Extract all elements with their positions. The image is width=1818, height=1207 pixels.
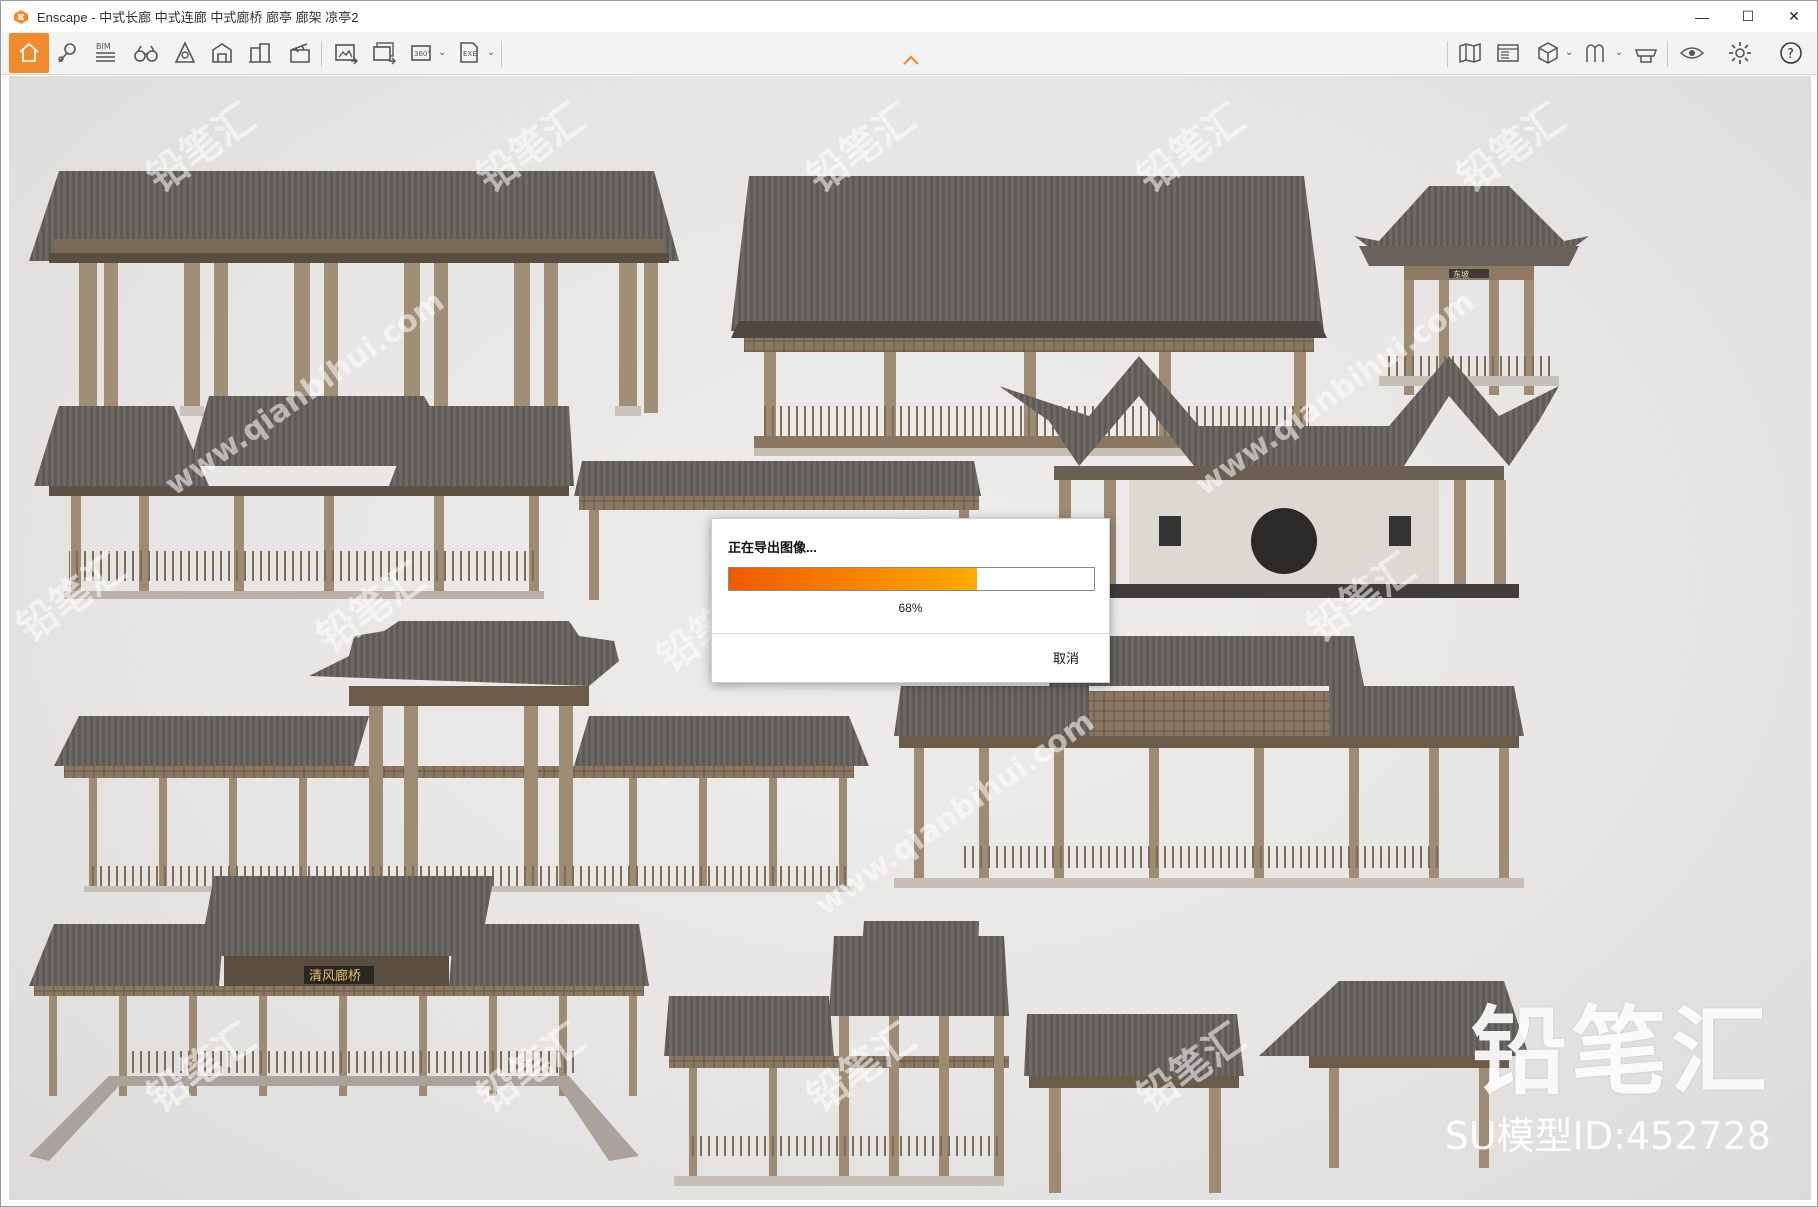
- exe-export-button[interactable]: EXE: [453, 36, 487, 70]
- batch-render-icon: [373, 42, 396, 65]
- bim-icon: BIM: [96, 42, 115, 62]
- asset-icon: [212, 43, 232, 63]
- maximize-button[interactable]: ☐: [1725, 1, 1771, 32]
- dialog-divider: [712, 633, 1109, 634]
- bell-icon: [174, 41, 196, 63]
- window-icon: [1497, 44, 1519, 62]
- window-title: Enscape - 中式长廊 中式连廊 中式廊桥 廊亭 廊架 凉亭2: [37, 10, 359, 25]
- asset-library-button[interactable]: [205, 36, 239, 70]
- eye-icon: [1679, 47, 1705, 59]
- brand-watermark: 铅笔汇 SU模型ID:452728: [1445, 974, 1771, 1160]
- screenshot-button[interactable]: [329, 36, 363, 70]
- export-progress-dialog: 正在导出图像... 68% 取消: [711, 518, 1110, 683]
- texture-icon: [1586, 44, 1604, 62]
- close-button[interactable]: ✕: [1771, 1, 1817, 32]
- notification-button[interactable]: [168, 36, 202, 70]
- svg-text:EXE: EXE: [463, 50, 477, 58]
- map-icon: [1459, 42, 1481, 64]
- video-editor-button[interactable]: [283, 36, 317, 70]
- upload-button[interactable]: [1629, 36, 1663, 70]
- toolbar-separator: [1447, 41, 1448, 67]
- window-controls: — ☐ ✕: [1679, 1, 1817, 32]
- visual-settings-button[interactable]: [1675, 36, 1709, 70]
- toolbar-separator: [501, 41, 502, 67]
- settings-button[interactable]: [1723, 36, 1757, 70]
- panorama-dropdown-caret[interactable]: ⌄: [438, 47, 446, 58]
- building-icon: [249, 43, 271, 63]
- panorama-360-icon: 360°: [411, 45, 431, 61]
- cube-icon: [1538, 42, 1558, 64]
- export-progress-fill: [729, 568, 978, 590]
- batch-render-button[interactable]: [367, 36, 401, 70]
- site-context-button[interactable]: [243, 36, 277, 70]
- hat-icon: [1634, 49, 1658, 63]
- help-icon: ?: [1780, 42, 1802, 64]
- home-icon: [19, 42, 39, 62]
- corridor-top-middle: [731, 176, 1327, 456]
- binoculars-icon: [134, 45, 158, 62]
- object-button[interactable]: [1531, 36, 1565, 70]
- enscape-window: Enscape - 中式长廊 中式连廊 中式廊桥 廊亭 廊架 凉亭2 — ☐ ✕…: [0, 0, 1818, 1207]
- panorama-button[interactable]: 360°: [405, 36, 439, 70]
- window-button[interactable]: [1491, 36, 1525, 70]
- dialog-title: 正在导出图像...: [728, 540, 817, 555]
- material-button[interactable]: [1579, 36, 1613, 70]
- object-dropdown-caret[interactable]: ⌄: [1565, 47, 1573, 58]
- svg-text:360°: 360°: [414, 50, 431, 58]
- exe-export-icon: EXE: [460, 42, 478, 63]
- svg-text:?: ?: [1787, 47, 1794, 62]
- screenshot-icon: [335, 44, 358, 65]
- map-pin-icon: [58, 43, 76, 63]
- brand-name: 铅笔汇: [1471, 996, 1771, 1108]
- progress-percentage: 68%: [898, 601, 923, 615]
- toolbar-separator: [321, 41, 322, 67]
- minimize-button[interactable]: —: [1679, 1, 1725, 32]
- view-management-button[interactable]: [51, 36, 85, 70]
- home-button[interactable]: [9, 33, 49, 73]
- svg-text:BIM: BIM: [96, 42, 111, 51]
- exe-dropdown-caret[interactable]: ⌄: [487, 47, 495, 58]
- map-button[interactable]: [1453, 36, 1487, 70]
- export-progress-bar: [728, 567, 1095, 591]
- material-dropdown-caret[interactable]: ⌄: [1615, 47, 1623, 58]
- walk-mode-button[interactable]: [129, 36, 163, 70]
- cancel-button[interactable]: 取消: [1053, 648, 1079, 667]
- bim-mode-button[interactable]: BIM: [89, 36, 123, 70]
- collapse-toolbar-chevron-icon[interactable]: [901, 53, 921, 67]
- toolbar-separator: [1667, 41, 1668, 67]
- bridge-sign: 清风廊桥: [309, 968, 361, 984]
- clapperboard-icon: [290, 43, 310, 63]
- pavilion-sign: 东坡: [1453, 269, 1469, 279]
- settings-icon: [1729, 42, 1751, 64]
- model-id-label: SU模型ID:452728: [1444, 1114, 1771, 1158]
- enscape-logo-icon: [14, 9, 28, 24]
- title-bar: Enscape - 中式长廊 中式连廊 中式廊桥 廊亭 廊架 凉亭2 — ☐ ✕: [1, 1, 1817, 32]
- help-button[interactable]: ?: [1774, 36, 1808, 70]
